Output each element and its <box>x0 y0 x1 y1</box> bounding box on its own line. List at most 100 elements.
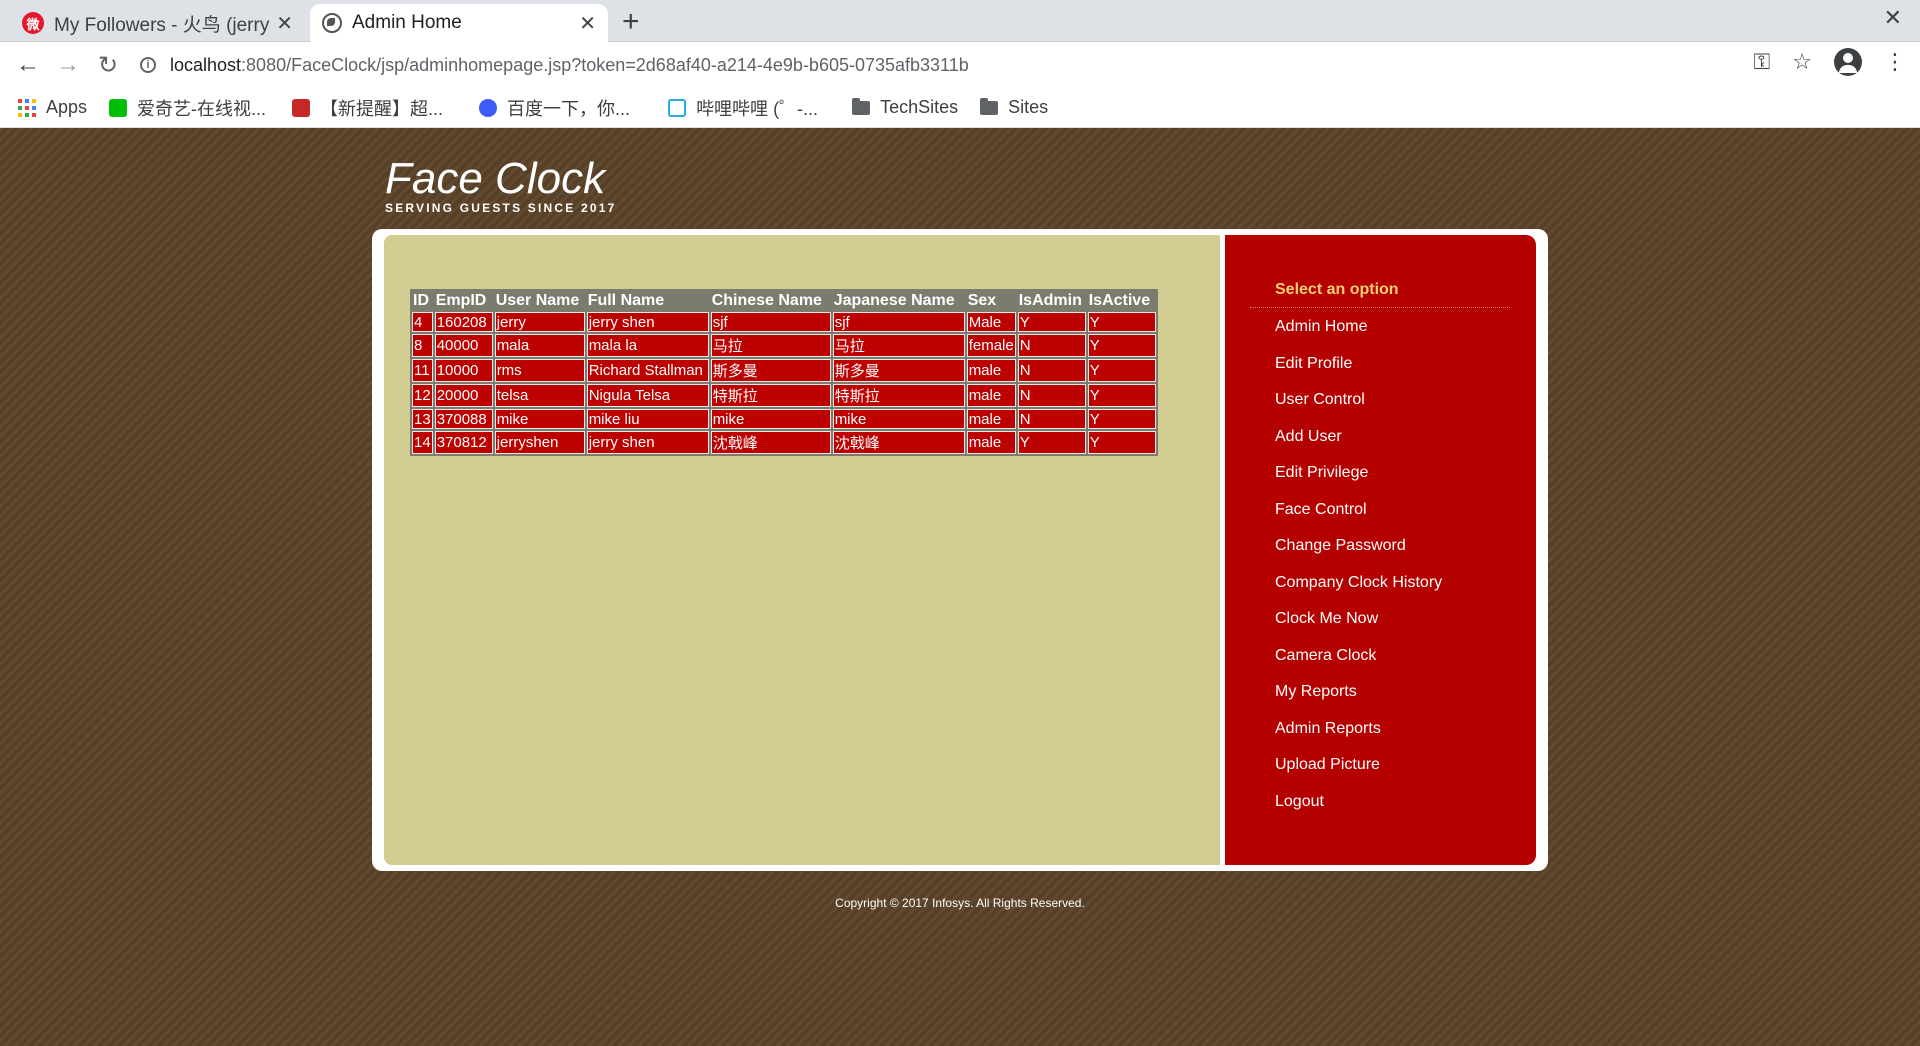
new-tab-icon[interactable]: + <box>622 5 640 39</box>
iqiyi-icon <box>109 98 128 117</box>
forum-icon <box>292 98 311 117</box>
main-frame: ID EmpID User Name Full Name Chinese Nam… <box>372 229 1548 871</box>
menu-item-add-user[interactable]: Add User <box>1275 425 1442 462</box>
bookmark-baidu[interactable]: 百度一下，你... <box>479 95 630 121</box>
column-header-username: User Name <box>495 292 580 309</box>
users-table: ID EmpID User Name Full Name Chinese Nam… <box>410 289 1158 456</box>
sidebar-menu: Select an option Admin Home Edit Profile… <box>1225 235 1536 865</box>
menu-item-change-password[interactable]: Change Password <box>1275 534 1442 571</box>
menu-item-my-reports[interactable]: My Reports <box>1275 680 1442 717</box>
info-icon[interactable]: i <box>140 57 156 73</box>
close-icon[interactable]: ✕ <box>579 11 596 36</box>
table-cell: 沈戟峰 <box>832 431 965 454</box>
column-header-empid: EmpID <box>435 292 487 309</box>
menu-item-upload-picture[interactable]: Upload Picture <box>1275 753 1442 790</box>
table-cell: sjf <box>832 312 965 332</box>
sidebar-heading-label: Select an option <box>1275 281 1399 298</box>
menu-item-user-control[interactable]: User Control <box>1275 388 1442 425</box>
tab-title: Admin Home <box>352 12 462 33</box>
table-cell: 10000 <box>434 359 493 382</box>
bookmark-label: 【新提醒】超... <box>320 98 444 119</box>
table-cell: Nigula Telsa <box>586 384 709 407</box>
footer-copyright: Copyright © 2017 Infosys. All Rights Res… <box>835 896 1085 910</box>
bookmark-label: Apps <box>46 97 88 117</box>
table-cell: 40000 <box>434 334 493 357</box>
table-cell: sjf <box>710 312 831 332</box>
table-cell: Y <box>1087 384 1156 407</box>
table-cell: 特斯拉 <box>710 384 831 407</box>
menu-item-admin-reports[interactable]: Admin Reports <box>1275 717 1442 754</box>
table-cell: jerry shen <box>586 312 709 332</box>
bilibili-icon <box>668 98 687 117</box>
bookmark-apps[interactable]: Apps <box>18 97 87 118</box>
menu-dots-icon[interactable]: ⋮ <box>1884 49 1906 75</box>
table-cell: male <box>966 384 1016 407</box>
table-cell: mala <box>494 334 585 357</box>
table-cell: Y <box>1017 431 1086 454</box>
table-cell: 20000 <box>434 384 493 407</box>
back-arrow-icon[interactable]: ← <box>8 45 48 85</box>
key-icon[interactable]: ⚿ <box>1754 49 1771 75</box>
menu-item-admin-home[interactable]: Admin Home <box>1275 315 1442 352</box>
address-bar[interactable]: i localhost:8080/FaceClock/jsp/adminhome… <box>140 48 1660 82</box>
table-cell: 11 <box>412 359 433 382</box>
bookmark-forum[interactable]: 【新提醒】超... <box>292 95 443 121</box>
table-row: 13 370088 mike mike liu mike mike male N… <box>412 409 1156 429</box>
bookmark-label: 哔哩哔哩 (゜-... <box>696 98 819 119</box>
column-header-sex: Sex <box>967 292 997 309</box>
bookmark-folder-techsites[interactable]: TechSites <box>852 97 958 118</box>
table-cell: mike <box>710 409 831 429</box>
table-cell: Y <box>1087 431 1156 454</box>
table-cell: 14 <box>412 431 433 454</box>
table-row: 8 40000 mala mala la 马拉 马拉 female N Y <box>412 334 1156 357</box>
table-cell: 370088 <box>434 409 493 429</box>
menu-item-clock-me-now[interactable]: Clock Me Now <box>1275 607 1442 644</box>
bookmark-label: 百度一下，你... <box>507 98 631 119</box>
column-header-fullname: Full Name <box>587 292 665 309</box>
close-icon[interactable]: ✕ <box>276 11 293 36</box>
table-cell: Y <box>1017 312 1086 332</box>
table-header-row: ID EmpID User Name Full Name Chinese Nam… <box>412 291 1156 310</box>
table-cell: 13 <box>412 409 433 429</box>
table-cell: 12 <box>412 384 433 407</box>
table-cell: 370812 <box>434 431 493 454</box>
reload-icon[interactable]: ↻ <box>88 45 128 85</box>
bookmark-folder-sites[interactable]: Sites <box>980 97 1048 118</box>
menu-item-company-clock-history[interactable]: Company Clock History <box>1275 571 1442 608</box>
bookmark-bilibili[interactable]: 哔哩哔哩 (゜-... <box>668 95 818 121</box>
browser-toolbar: ← → ↻ i localhost:8080/FaceClock/jsp/adm… <box>0 42 1920 88</box>
tab-admin-home[interactable]: Admin Home ✕ <box>310 4 608 42</box>
table-cell: Y <box>1087 312 1156 332</box>
table-cell: 160208 <box>434 312 493 332</box>
window-close-icon[interactable]: ✕ <box>1884 5 1902 31</box>
content-panel: ID EmpID User Name Full Name Chinese Nam… <box>384 235 1220 865</box>
table-cell: male <box>966 431 1016 454</box>
table-cell: N <box>1017 409 1086 429</box>
site-tagline: SERVING GUESTS SINCE 2017 <box>385 201 617 215</box>
star-icon[interactable]: ☆ <box>1792 49 1812 75</box>
table-cell: Y <box>1087 409 1156 429</box>
bookmark-label: Sites <box>1008 97 1049 117</box>
table-cell: Y <box>1087 359 1156 382</box>
menu-item-camera-clock[interactable]: Camera Clock <box>1275 644 1442 681</box>
table-cell: jerry <box>494 312 585 332</box>
sidebar-heading: Select an option <box>1250 281 1510 308</box>
table-row: 12 20000 telsa Nigula Telsa 特斯拉 特斯拉 male… <box>412 384 1156 407</box>
page-body: Face Clock SERVING GUESTS SINCE 2017 ID … <box>0 128 1920 1046</box>
table-cell: female <box>966 334 1016 357</box>
forward-arrow-icon[interactable]: → <box>48 45 88 85</box>
bookmark-iqiyi[interactable]: 爱奇艺-在线视... <box>109 95 266 121</box>
menu-item-edit-profile[interactable]: Edit Profile <box>1275 352 1442 389</box>
tab-strip: 微 My Followers - 火鸟 (jerry ✕ Admin Home … <box>0 0 1920 42</box>
table-cell: 马拉 <box>710 334 831 357</box>
menu-item-face-control[interactable]: Face Control <box>1275 498 1442 535</box>
folder-icon <box>852 97 871 115</box>
table-cell: mala la <box>586 334 709 357</box>
menu-item-logout[interactable]: Logout <box>1275 790 1442 827</box>
table-cell: N <box>1017 334 1086 357</box>
tab-my-followers[interactable]: 微 My Followers - 火鸟 (jerry ✕ <box>10 4 305 42</box>
profile-avatar-icon[interactable] <box>1834 48 1862 76</box>
table-cell: rms <box>494 359 585 382</box>
table-cell: N <box>1017 359 1086 382</box>
menu-item-edit-privilege[interactable]: Edit Privilege <box>1275 461 1442 498</box>
